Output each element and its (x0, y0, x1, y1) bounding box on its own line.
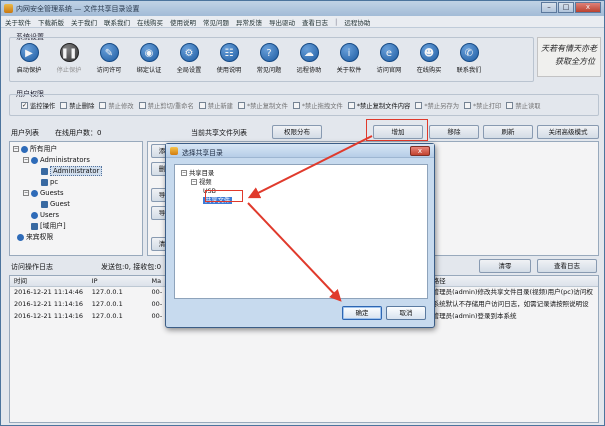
dialog-cancel-button[interactable]: 取消 (386, 306, 426, 320)
select-share-dialog: 选择共享目录 x − 共享目录 − 视频 USB 共享文件 确定 取消 (165, 143, 435, 328)
collapse-icon[interactable]: − (181, 170, 187, 176)
dialog-title-bar: 选择共享目录 x (166, 144, 434, 158)
tree-node-video[interactable]: − 视频 (181, 178, 421, 187)
tree-node-label: 视频 (199, 179, 212, 186)
dialog-close-button[interactable]: x (410, 146, 430, 156)
add-button-highlight (366, 119, 428, 141)
collapse-icon[interactable]: − (191, 179, 197, 185)
tree-node-label: 共享目录 (189, 170, 215, 177)
shared-files-highlight (205, 190, 243, 202)
share-folder-tree: − 共享目录 − 视频 USB 共享文件 (174, 164, 428, 299)
dialog-title: 选择共享目录 (182, 149, 223, 157)
dialog-ok-button[interactable]: 确定 (342, 306, 382, 320)
dialog-app-icon (170, 147, 178, 155)
tree-node-share-root[interactable]: − 共享目录 (181, 169, 421, 178)
